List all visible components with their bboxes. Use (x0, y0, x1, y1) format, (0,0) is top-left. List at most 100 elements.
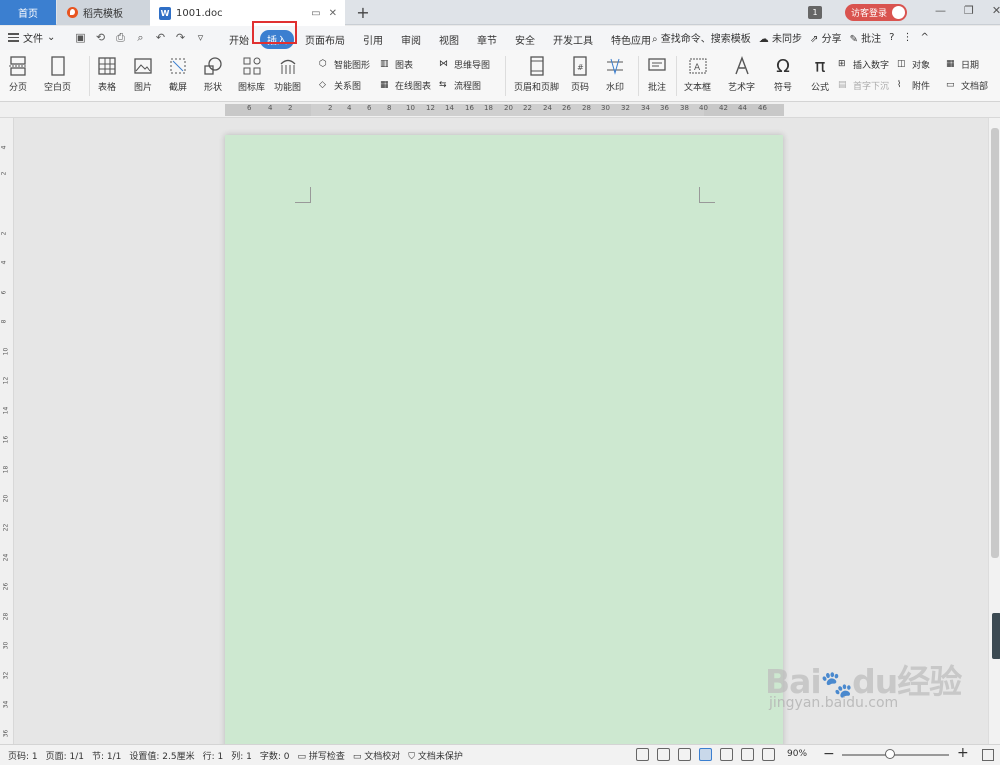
help-icon[interactable]: ? (889, 32, 894, 43)
doc-part-button[interactable]: ▭ 文档部 (946, 79, 988, 93)
zoom-slider[interactable] (842, 754, 949, 756)
header-footer-icon (529, 56, 544, 76)
file-menu[interactable]: 文件 ⌄ (8, 30, 55, 45)
function-chart-button[interactable]: 功能图 (274, 56, 301, 93)
collapse-ribbon-icon[interactable]: ^ (920, 32, 928, 43)
page-number-icon: # (573, 56, 587, 76)
date-button[interactable]: ▦ 日期 (946, 58, 979, 72)
print-icon[interactable]: ⎙ (114, 31, 127, 44)
menu-bar: 文件 ⌄ ▣ ⟲ ⎙ ⌕ ↶ ↷ ▿ 开始 插入 页面布局 引用 审阅 视图 章… (0, 26, 1000, 50)
customize-icon[interactable]: ▿ (194, 31, 207, 44)
smart-art-button[interactable]: ⬡ 智能图形 (319, 58, 370, 72)
outline-view-icon[interactable] (720, 748, 733, 761)
new-tab-button[interactable]: + (355, 3, 371, 22)
page-break-button[interactable]: 分页 (8, 56, 28, 93)
tab-start[interactable]: 开始 (222, 30, 256, 49)
object-button[interactable]: ◫ 对象 (897, 58, 930, 72)
scrollbar-thumb[interactable] (991, 128, 999, 558)
horizontal-ruler[interactable]: 6 4 2 2 4 6 8 10 12 14 16 18 20 22 24 26 28 30 32 34 36 38 40 4… (0, 102, 1000, 118)
zoom-level[interactable]: 90% (787, 749, 807, 759)
document-workspace (14, 118, 988, 744)
tab-templates[interactable]: 稻壳模板 (57, 0, 150, 25)
protect-status[interactable]: ⛉ 文档未保护 (408, 749, 463, 762)
tab-home[interactable]: 首页 (0, 0, 56, 25)
page-view-icon[interactable] (699, 748, 712, 761)
tab-references[interactable]: 引用 (356, 30, 390, 49)
tab-document[interactable]: W 1001.doc ▭ ✕ (150, 0, 345, 26)
tab-security[interactable]: 安全 (508, 30, 542, 49)
symbol-button[interactable]: Ω 符号 (773, 56, 793, 93)
status-words[interactable]: 字数: 0 (260, 749, 290, 762)
fit-page-icon[interactable] (982, 749, 994, 761)
zoom-in-button[interactable]: + (957, 745, 969, 761)
blank-page-button[interactable]: 空白页 (44, 56, 71, 93)
screenshot-button[interactable]: 截屏 (168, 56, 188, 93)
relation-map-button[interactable]: ◇ 关系图 (319, 79, 361, 93)
mind-map-button[interactable]: ⋈ 思维导图 (439, 58, 490, 72)
online-chart-button[interactable]: ▦ 在线图表 (380, 79, 431, 93)
picture-icon (134, 58, 152, 74)
wps-writer-icon: W (159, 6, 171, 20)
shapes-button[interactable]: 形状 (203, 56, 223, 93)
tab-page-layout[interactable]: 页面布局 (298, 30, 352, 49)
more-icon[interactable]: ⋮ (902, 32, 912, 43)
zoom-slider-thumb[interactable] (885, 749, 895, 759)
vertical-scrollbar[interactable] (988, 118, 1000, 744)
vertical-ruler[interactable]: 4 2 2 4 6 8 10 12 14 16 18 20 22 24 26 28 30 32 34 36 (0, 118, 14, 744)
document-page[interactable] (225, 135, 783, 744)
monitor-icon[interactable]: ▭ (311, 8, 320, 19)
ruler-tick-label: 12 (2, 376, 10, 385)
omega-icon: Ω (776, 56, 790, 77)
tab-special[interactable]: 特色应用 (604, 30, 658, 49)
close-tab-icon[interactable]: ✕ (329, 8, 337, 19)
window-count-badge[interactable]: 1 (808, 6, 822, 19)
guest-login-button[interactable]: 访客登录 (845, 4, 907, 21)
drop-cap-button[interactable]: ▤ 首字下沉 (838, 79, 889, 93)
web-view-icon[interactable] (741, 748, 754, 761)
header-footer-button[interactable]: 页眉和页脚 (514, 56, 559, 93)
export-pdf-icon[interactable]: ⟲ (94, 31, 107, 44)
flowchart-icon: ⇆ (439, 79, 447, 90)
comment-button[interactable]: 批注 (647, 56, 667, 93)
page-number-button[interactable]: # 页码 (570, 56, 590, 93)
ruler-tick-label: 34 (2, 700, 10, 709)
edit-mode-icon[interactable] (678, 748, 691, 761)
sync-button[interactable]: ☁ 未同步 (759, 30, 802, 45)
formula-button[interactable]: π 公式 (810, 56, 830, 93)
undo-icon[interactable]: ↶ (154, 31, 167, 44)
search-command[interactable]: ⌕ 查找命令、搜索模板 (652, 30, 751, 45)
ruler-tick-label: 42 (719, 104, 728, 112)
ruler-tick-label: 14 (2, 406, 10, 415)
spell-check-button[interactable]: ▭ 拼写检查 (298, 749, 345, 762)
flowchart-button[interactable]: ⇆ 流程图 (439, 79, 481, 93)
tab-review[interactable]: 审阅 (394, 30, 428, 49)
proofread-button[interactable]: ▭ 文档校对 (353, 749, 400, 762)
textbox-button[interactable]: A 文本框 (684, 56, 711, 93)
reading-mode-icon[interactable] (657, 748, 670, 761)
tab-view[interactable]: 视图 (432, 30, 466, 49)
redo-icon[interactable]: ↷ (174, 31, 187, 44)
close-window-icon[interactable]: ✕ (992, 4, 1000, 17)
save-icon[interactable]: ▣ (74, 31, 87, 44)
share-button[interactable]: ⇗ 分享 (810, 30, 842, 45)
zoom-out-button[interactable]: − (823, 746, 835, 762)
tab-developer[interactable]: 开发工具 (546, 30, 600, 49)
table-button[interactable]: 表格 (97, 56, 117, 93)
table-label: 表格 (97, 83, 116, 93)
eye-protection-icon[interactable] (762, 748, 775, 761)
picture-button[interactable]: 图片 (133, 56, 153, 93)
wordart-button[interactable]: 艺术字 (728, 56, 755, 93)
restore-icon[interactable]: ❐ (964, 4, 974, 17)
comment-menu-button[interactable]: ✎ 批注 (850, 30, 882, 45)
attachment-button[interactable]: ⌇ 附件 (897, 79, 930, 93)
side-panel-handle[interactable] (992, 613, 1000, 659)
insert-number-button[interactable]: ⊞ 插入数字 (838, 58, 889, 72)
bar-chart-icon: ▥ (380, 58, 389, 69)
icon-library-button[interactable]: 图标库 (238, 56, 265, 93)
chart-button[interactable]: ▥ 图表 (380, 58, 413, 72)
fullscreen-icon[interactable] (636, 748, 649, 761)
tab-chapter[interactable]: 章节 (470, 30, 504, 49)
print-preview-icon[interactable]: ⌕ (134, 31, 147, 44)
watermark-button[interactable]: 水印 (605, 56, 625, 93)
minimize-icon[interactable]: — (935, 4, 946, 17)
